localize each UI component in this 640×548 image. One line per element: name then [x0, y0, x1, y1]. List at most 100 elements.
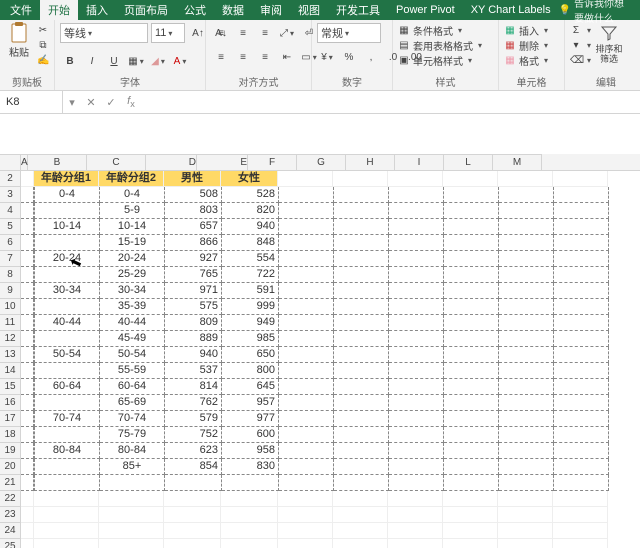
cell[interactable]: [499, 315, 554, 331]
row-header[interactable]: 17: [0, 411, 21, 427]
row-header[interactable]: 16: [0, 395, 21, 411]
cell[interactable]: 971: [165, 283, 222, 299]
cell[interactable]: [499, 411, 554, 427]
cell[interactable]: 20-24: [34, 251, 100, 267]
fx-button[interactable]: fx: [121, 95, 141, 109]
cell[interactable]: [388, 523, 443, 539]
cell[interactable]: [554, 379, 609, 395]
cell[interactable]: [278, 491, 333, 507]
cell[interactable]: 20-24: [100, 251, 165, 267]
cell[interactable]: [389, 347, 444, 363]
cell[interactable]: [334, 187, 389, 203]
cell[interactable]: [499, 331, 554, 347]
cell[interactable]: [21, 347, 34, 363]
cell[interactable]: [443, 171, 498, 187]
cell[interactable]: [499, 475, 554, 491]
cell[interactable]: [499, 203, 554, 219]
cell[interactable]: [554, 315, 609, 331]
cell[interactable]: [444, 267, 499, 283]
row-header[interactable]: 13: [0, 347, 21, 363]
cell[interactable]: 25-29: [100, 267, 165, 283]
cell[interactable]: [554, 363, 609, 379]
cell[interactable]: [444, 331, 499, 347]
cell[interactable]: [164, 539, 221, 548]
cell[interactable]: [388, 171, 443, 187]
cell[interactable]: [21, 283, 34, 299]
cell[interactable]: [34, 235, 100, 251]
cell[interactable]: [554, 299, 609, 315]
cell[interactable]: [21, 491, 34, 507]
cell[interactable]: [279, 283, 334, 299]
cell[interactable]: [444, 459, 499, 475]
col-header-B[interactable]: B: [28, 154, 87, 170]
cell[interactable]: [334, 251, 389, 267]
cell[interactable]: [34, 523, 99, 539]
cell[interactable]: [554, 475, 609, 491]
cell[interactable]: [333, 171, 388, 187]
cell[interactable]: 830: [222, 459, 279, 475]
cell-styles-button[interactable]: ▣单元格样式: [398, 53, 482, 67]
cell[interactable]: 800: [222, 363, 279, 379]
cell[interactable]: [279, 331, 334, 347]
cell[interactable]: [279, 475, 334, 491]
cell[interactable]: [99, 523, 164, 539]
row-header[interactable]: 3: [0, 187, 21, 203]
cell[interactable]: 10-14: [100, 219, 165, 235]
cell[interactable]: [34, 331, 100, 347]
bold-button[interactable]: B: [60, 51, 80, 71]
row-header[interactable]: 14: [0, 363, 21, 379]
cell[interactable]: [334, 331, 389, 347]
cell[interactable]: 40-44: [100, 315, 165, 331]
tab-dev[interactable]: 开发工具: [328, 0, 388, 21]
copy-button[interactable]: ⧉: [37, 38, 49, 52]
cell[interactable]: 722: [222, 267, 279, 283]
cell[interactable]: [21, 171, 34, 187]
col-header-G[interactable]: G: [297, 154, 346, 170]
cell[interactable]: [334, 283, 389, 299]
cell[interactable]: [21, 507, 34, 523]
cell[interactable]: 85+: [100, 459, 165, 475]
name-box[interactable]: K8: [0, 91, 63, 113]
row-header[interactable]: 21: [0, 475, 21, 491]
cell[interactable]: [554, 203, 609, 219]
cell[interactable]: 75-79: [100, 427, 165, 443]
cell[interactable]: [164, 491, 221, 507]
cell[interactable]: 854: [165, 459, 222, 475]
cell[interactable]: [444, 427, 499, 443]
select-all-corner[interactable]: [0, 154, 21, 170]
cell[interactable]: [389, 443, 444, 459]
tab-insert[interactable]: 插入: [78, 0, 116, 21]
cell[interactable]: [221, 507, 278, 523]
cell[interactable]: [444, 283, 499, 299]
cell[interactable]: [554, 411, 609, 427]
align-left-button[interactable]: ≡: [211, 47, 231, 67]
cell[interactable]: 50-54: [34, 347, 100, 363]
cell[interactable]: [499, 459, 554, 475]
tab-xychart[interactable]: XY Chart Labels: [463, 1, 559, 19]
cell[interactable]: [334, 347, 389, 363]
cell[interactable]: 940: [222, 219, 279, 235]
cell[interactable]: [389, 299, 444, 315]
indent-dec-button[interactable]: ⇤: [277, 47, 297, 67]
cell[interactable]: 80-84: [34, 443, 100, 459]
col-header-F[interactable]: F: [248, 154, 297, 170]
row-header[interactable]: 25: [0, 539, 21, 548]
tab-home[interactable]: 开始: [40, 0, 78, 21]
cell[interactable]: 10-14: [34, 219, 100, 235]
cell[interactable]: [278, 539, 333, 548]
cell[interactable]: [553, 171, 608, 187]
align-center-button[interactable]: ≡: [233, 47, 253, 67]
row-header[interactable]: 7: [0, 251, 21, 267]
cut-button[interactable]: ✂: [37, 23, 49, 37]
cell[interactable]: 657: [165, 219, 222, 235]
cell[interactable]: [498, 491, 553, 507]
cell[interactable]: [444, 411, 499, 427]
align-top-button[interactable]: ≡: [211, 23, 231, 43]
cell[interactable]: [21, 219, 34, 235]
cell[interactable]: [554, 235, 609, 251]
cell[interactable]: [443, 507, 498, 523]
col-header-A[interactable]: A: [21, 154, 28, 170]
insert-cells-button[interactable]: ▦插入: [504, 23, 548, 37]
cell[interactable]: [444, 395, 499, 411]
cell[interactable]: 年龄分组1: [34, 171, 99, 187]
